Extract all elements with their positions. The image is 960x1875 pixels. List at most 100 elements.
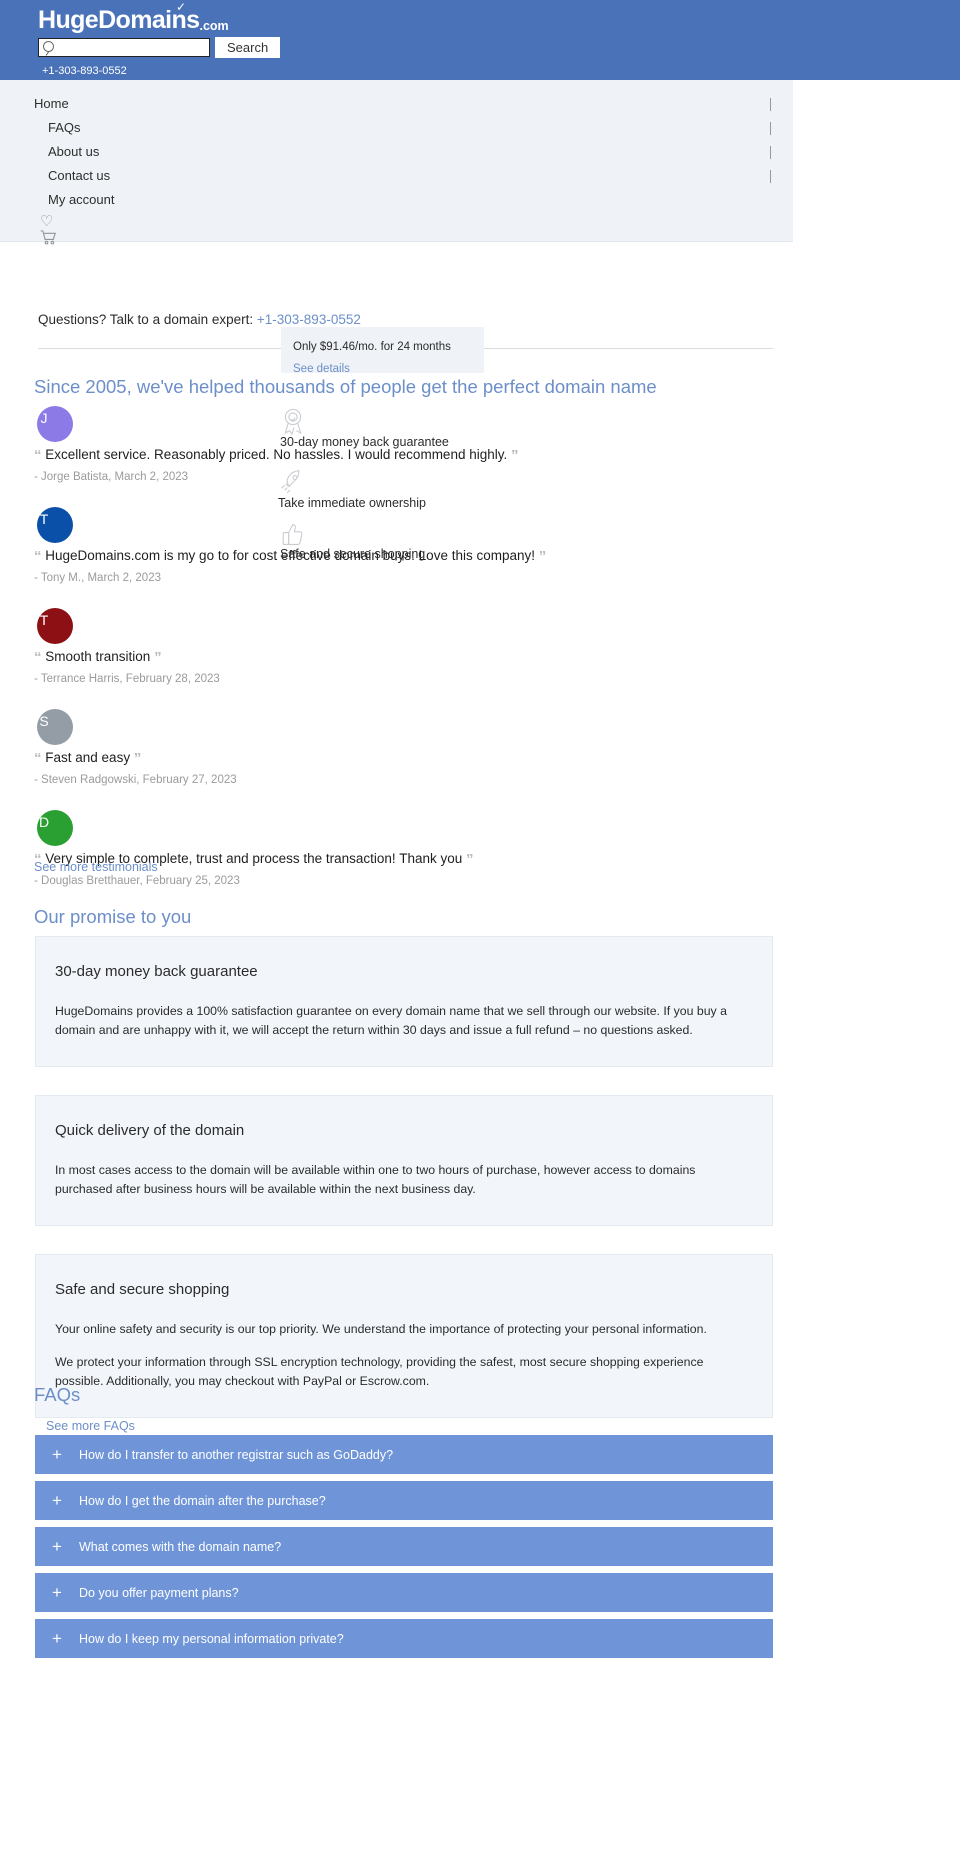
faq-question: What comes with the domain name? (79, 1539, 282, 1554)
faq-question: How do I keep my personal information pr… (79, 1631, 344, 1646)
nav-item-contact-us[interactable]: Contact us (0, 164, 793, 188)
nav-divider (770, 170, 771, 183)
avatar-initial: T (39, 511, 49, 527)
nav-item-label: About us (48, 144, 100, 159)
promise-card-body: In most cases access to the domain will … (55, 1163, 696, 1197)
close-quote-icon: ” (154, 649, 162, 666)
search-button[interactable]: Search (215, 37, 281, 58)
close-quote-icon: ” (511, 447, 519, 464)
rocket-icon (278, 468, 426, 496)
open-quote-icon: “ (34, 750, 42, 767)
nav-item-faqs[interactable]: FAQs (0, 116, 793, 140)
testimonial-author: - Terrance Harris, February 28, 2023 (34, 673, 220, 685)
testimonial-text: Excellent service. Reasonably priced. No… (45, 447, 508, 462)
testimonial-text: Fast and easy (45, 750, 131, 765)
domain-expert-phone[interactable]: +1-303-893-0552 (257, 312, 361, 327)
avatar: S (37, 709, 73, 745)
search-icon (43, 41, 54, 52)
nav-divider (770, 122, 771, 135)
plus-icon: + (52, 1444, 62, 1464)
testimonial-quote: “ Smooth transition ” (34, 649, 554, 666)
nav-item-label: My account (48, 192, 115, 207)
testimonial-author: - Douglas Bretthauer, February 25, 2023 (34, 875, 240, 887)
close-quote-icon: ” (466, 851, 474, 868)
faq-heading: FAQs (34, 1384, 81, 1405)
nav-item-label: Home (34, 96, 69, 111)
see-more-testimonials-link[interactable]: See more testimonials (34, 860, 158, 874)
promise-card-title: Safe and secure shopping (55, 1281, 230, 1299)
nav-divider (770, 98, 771, 111)
thumbs-up-icon (280, 521, 425, 547)
faq-item[interactable]: + How do I get the domain after the purc… (35, 1481, 773, 1520)
logo-check-icon: ✓ (176, 0, 186, 14)
nav-item-about-us[interactable]: About us (0, 140, 793, 164)
site-header: HugeDomains ✓ .com Search +1-303-893-055… (0, 0, 960, 80)
faq-question: Do you offer payment plans? (79, 1585, 239, 1600)
trust-badge-label: 30-day money back guarantee (280, 435, 449, 449)
promise-heading: Our promise to you (34, 906, 192, 927)
search-row: Search (38, 37, 960, 58)
open-quote-icon: “ (34, 447, 42, 464)
search-input[interactable] (39, 39, 209, 56)
close-quote-icon: ” (133, 750, 142, 767)
heart-icon[interactable]: ♡ (40, 214, 793, 230)
avatar: T (37, 507, 73, 543)
nav-panel: Home FAQs About us Contact us My account… (0, 80, 793, 245)
logo-text: HugeDomains ✓ (38, 1, 200, 33)
close-quote-icon: ” (538, 548, 547, 565)
promise-card-title: 30-day money back guarantee (55, 963, 258, 980)
trust-badge-guarantee: 30-day money back guarantee (280, 406, 449, 449)
logo-tld-text: .com (199, 18, 229, 33)
avatar-initial: D (38, 814, 50, 830)
faq-item[interactable]: + How do I transfer to another registrar… (35, 1435, 773, 1474)
nav-divider (770, 146, 771, 159)
testimonial-item: D “ Very simple to complete, trust and p… (34, 810, 554, 887)
installment-text: Only $91.46/mo. for 24 months (293, 341, 451, 353)
testimonial-item: T “ Smooth transition ” - Terrance Harri… (34, 608, 554, 685)
avatar: D (37, 810, 73, 846)
testimonial-text: Smooth transition (45, 649, 151, 664)
avatar-initial: S (39, 713, 49, 729)
promise-card-body: Your online safety and security is our t… (55, 1322, 707, 1337)
domain-expert-text: Questions? Talk to a domain expert: (38, 312, 254, 327)
testimonial-item: S “ Fast and easy ” - Steven Radgowski, … (34, 709, 554, 786)
shopping-cart-icon[interactable] (40, 230, 793, 249)
open-quote-icon: “ (34, 649, 42, 666)
avatar-initial: J (40, 410, 48, 426)
nav-icon-stack: ♡ (0, 214, 793, 249)
plus-icon: + (52, 1628, 62, 1648)
plus-icon: + (52, 1536, 62, 1556)
nav-item-my-account[interactable]: My account (0, 188, 793, 212)
search-box[interactable] (38, 38, 210, 57)
faq-question: How do I get the domain after the purcha… (79, 1493, 326, 1508)
installment-tooltip: Only $91.46/mo. for 24 months See detail… (281, 327, 484, 375)
trust-badge-label: Take immediate ownership (278, 496, 426, 510)
promise-card-title: Quick delivery of the domain (55, 1122, 245, 1140)
trust-badge-ownership: Take immediate ownership (278, 468, 426, 510)
plus-icon: + (52, 1582, 62, 1602)
header-phone[interactable]: +1-303-893-0552 (38, 65, 960, 77)
faq-question: How do I transfer to another registrar s… (79, 1447, 394, 1462)
see-more-faqs-link[interactable]: See more FAQs (46, 1419, 135, 1433)
site-logo[interactable]: HugeDomains ✓ .com (38, 1, 960, 33)
plus-icon: + (52, 1490, 62, 1510)
promise-card: Safe and secure shopping Your online saf… (35, 1254, 773, 1419)
faq-item[interactable]: + How do I keep my personal information … (35, 1619, 773, 1658)
nav-item-label: FAQs (48, 120, 81, 135)
avatar-initial: T (39, 612, 49, 628)
promise-card-body: HugeDomains provides a 100% satisfaction… (55, 1004, 727, 1038)
promise-card-body: We protect your information through SSL … (55, 1355, 704, 1389)
avatar: T (37, 608, 73, 644)
avatar: J (37, 406, 73, 442)
faq-item[interactable]: + Do you offer payment plans? (35, 1573, 773, 1612)
faq-item[interactable]: + What comes with the domain name? (35, 1527, 773, 1566)
faq-list: + How do I transfer to another registrar… (35, 1435, 773, 1665)
see-details-link[interactable]: See details (293, 363, 350, 375)
promise-card: Quick delivery of the domain In most cas… (35, 1095, 773, 1227)
nav-item-home[interactable]: Home (0, 92, 793, 116)
testimonial-quote: “ Excellent service. Reasonably priced. … (34, 447, 554, 464)
promise-card-list: 30-day money back guarantee HugeDomains … (35, 936, 773, 1446)
domain-expert-line: Questions? Talk to a domain expert: +1-3… (38, 312, 361, 327)
trust-badge-label: Safe and secure shopping (280, 547, 426, 561)
trust-badge-secure: Safe and secure shopping (280, 521, 425, 561)
